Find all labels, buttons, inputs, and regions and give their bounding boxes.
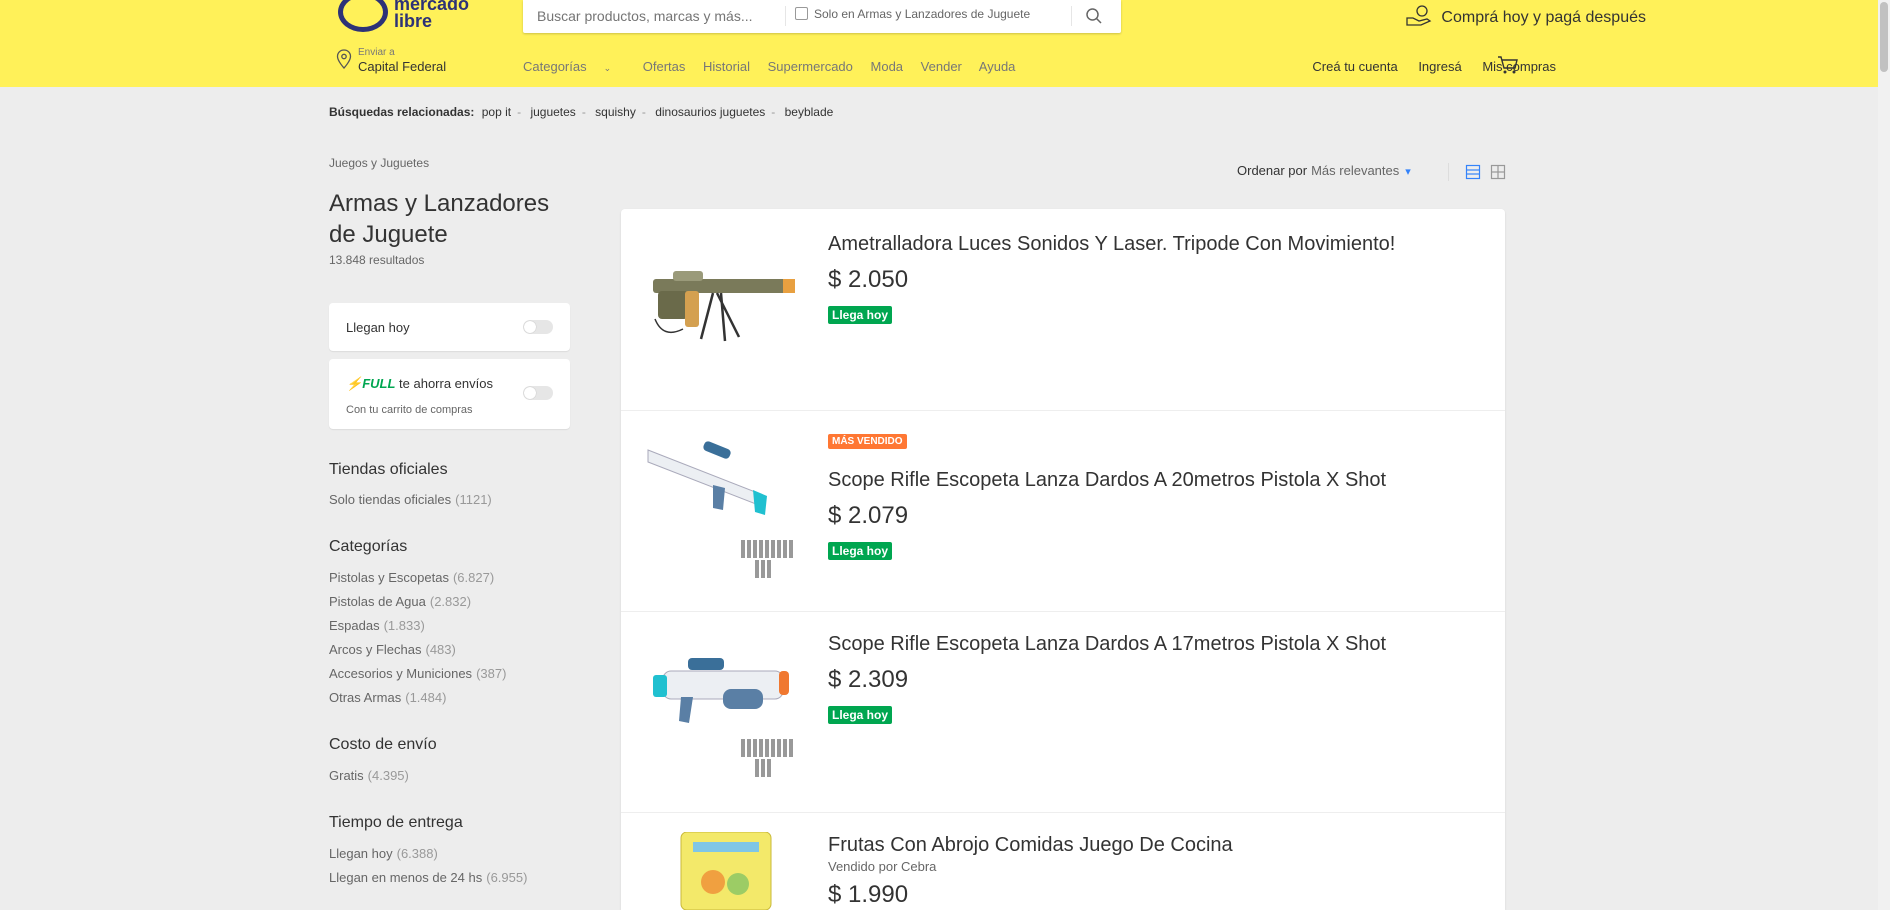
arrive-today-filter[interactable]: Llegan hoy [329,303,570,351]
buy-now-pay-later-banner[interactable]: Comprá hoy y pagá después [1405,5,1646,27]
related-term[interactable]: juguetes [530,105,575,119]
related-searches-label: Búsquedas relacionadas: [329,105,475,119]
product-title[interactable]: Scope Rifle Escopeta Lanza Dardos A 20me… [828,469,1386,492]
scrollbar-thumb[interactable] [1880,2,1888,72]
facet-category[interactable]: Espadas (1.833) [329,618,425,633]
handshake-logo-icon [338,0,388,32]
search-icon[interactable] [1085,7,1103,25]
product-thumbnail[interactable] [643,229,803,389]
result-item[interactable]: Ametralladora Luces Sonidos Y Laser. Tri… [621,209,1505,411]
shipping-badge: Llega hoy [828,306,893,324]
product-title[interactable]: Ametralladora Luces Sonidos Y Laser. Tri… [828,233,1395,256]
lightning-icon: ⚡ [346,376,363,391]
related-term[interactable]: dinosaurios juguetes [655,105,765,119]
login-link[interactable]: Ingresá [1418,59,1461,74]
nav-vender[interactable]: Vender [921,59,962,74]
main-nav: Categorías ⌄ Ofertas Historial Supermerca… [523,59,1029,74]
cart-icon[interactable] [1497,55,1519,75]
facet-delivery[interactable]: Llegan hoy (6.388) [329,846,438,861]
my-purchases-link[interactable]: Mis compras [1482,59,1556,74]
full-shipping-toggle[interactable] [523,386,553,400]
related-term[interactable]: pop it [482,105,511,119]
result-item[interactable]: Frutas Con Abrojo Comidas Juego De Cocin… [621,812,1505,910]
page-scrollbar[interactable] [1878,0,1890,910]
official-stores-title: Tiendas oficiales [329,461,448,478]
related-term[interactable]: beyblade [785,105,834,119]
results-list: Ametralladora Luces Sonidos Y Laser. Tri… [621,209,1505,910]
view-divider [1448,163,1449,181]
full-badge: ⚡FULL [346,376,396,391]
best-seller-badge: MÁS VENDIDO [828,434,907,449]
product-price: $ 2.050 [828,266,909,293]
nav-moda[interactable]: Moda [871,59,904,74]
chevron-down-icon: ⌄ [603,63,612,73]
list-view-icon[interactable] [1465,164,1481,180]
breadcrumb[interactable]: Juegos y Juguetes [329,156,429,170]
facet-category[interactable]: Otras Armas (1.484) [329,690,446,705]
grid-view-icon[interactable] [1490,164,1506,180]
product-title[interactable]: Scope Rifle Escopeta Lanza Dardos A 17me… [828,633,1386,656]
location-label: Enviar a [358,47,395,58]
product-thumbnail[interactable] [643,631,803,791]
facet-category[interactable]: Accesorios y Municiones (387) [329,666,506,681]
seller-name: Vendido por Cebra [828,859,937,874]
categories-title: Categorías [329,538,408,555]
search-input[interactable] [535,4,789,28]
page-title: Armas y Lanzadores de Juguete [329,190,550,248]
shipping-cost-title: Costo de envío [329,736,437,753]
full-text: te ahorra envíos [399,376,493,391]
product-price: $ 2.309 [828,666,909,693]
result-item[interactable]: MÁS VENDIDO Scope Rifle Escopeta Lanza D… [621,410,1505,612]
results-count: 13.848 resultados [329,253,425,267]
product-thumbnail[interactable] [643,832,803,910]
logo-text-line2: libre [394,11,433,31]
nav-ofertas[interactable]: Ofertas [643,59,686,74]
location-value: Capital Federal [358,59,447,74]
hand-coin-icon [1406,5,1432,26]
search-divider [785,6,786,26]
product-price: $ 2.079 [828,502,909,529]
product-price: $ 1.990 [828,881,909,908]
nav-supermercado[interactable]: Supermercado [768,59,853,74]
category-filter-checkbox[interactable] [795,7,808,20]
search-bar: Solo en Armas y Lanzadores de Juguete [523,0,1121,33]
facet-category[interactable]: Pistolas y Escopetas (6.827) [329,570,494,585]
facet-official-stores[interactable]: Solo tiendas oficiales (1121) [329,492,492,507]
location-pin-icon [336,49,352,69]
create-account-link[interactable]: Creá tu cuenta [1312,59,1397,74]
mercado-libre-logo[interactable]: mercado libre [338,0,488,36]
arrive-today-label: Llegan hoy [346,320,410,335]
chevron-down-icon: ▾ [1405,166,1411,178]
facet-category[interactable]: Arcos y Flechas (483) [329,642,456,657]
sort-label: Ordenar por [1237,163,1308,178]
related-searches: Búsquedas relacionadas: pop it - juguetes… [329,105,834,119]
shipping-badge: Llega hoy [828,542,893,560]
full-filter-label: ⚡FULL te ahorra envíos [346,376,493,392]
facet-free-shipping[interactable]: Gratis (4.395) [329,768,409,783]
product-title[interactable]: Frutas Con Abrojo Comidas Juego De Cocin… [828,834,1233,857]
shipping-badge: Llega hoy [828,706,893,724]
full-subtext: Con tu carrito de compras [346,404,473,416]
nav-historial[interactable]: Historial [703,59,750,74]
product-thumbnail[interactable] [643,430,803,590]
nav-categorias[interactable]: Categorías ⌄ [523,59,625,74]
sort-value: Más relevantes [1311,163,1400,178]
search-divider [1071,6,1072,26]
promo-text: Comprá hoy y pagá después [1441,9,1646,26]
result-item[interactable]: Scope Rifle Escopeta Lanza Dardos A 17me… [621,611,1505,813]
search-category-filter[interactable]: Solo en Armas y Lanzadores de Juguete [795,7,1030,21]
facet-delivery[interactable]: Llegan en menos de 24 hs (6.955) [329,870,527,885]
category-filter-label: Solo en Armas y Lanzadores de Juguete [814,7,1031,21]
arrive-today-toggle[interactable] [523,320,553,334]
header-bar: mercadolibre Solo en Armas y Lanzadores … [0,0,1878,87]
facet-category[interactable]: Pistolas de Agua (2.832) [329,594,471,609]
delivery-time-title: Tiempo de entrega [329,814,463,831]
related-term[interactable]: squishy [595,105,636,119]
full-shipping-filter[interactable]: ⚡FULL te ahorra envíos Con tu carrito de… [329,359,570,429]
sort-dropdown[interactable]: Ordenar por Más relevantes ▾ [1237,163,1411,178]
nav-ayuda[interactable]: Ayuda [979,59,1016,74]
